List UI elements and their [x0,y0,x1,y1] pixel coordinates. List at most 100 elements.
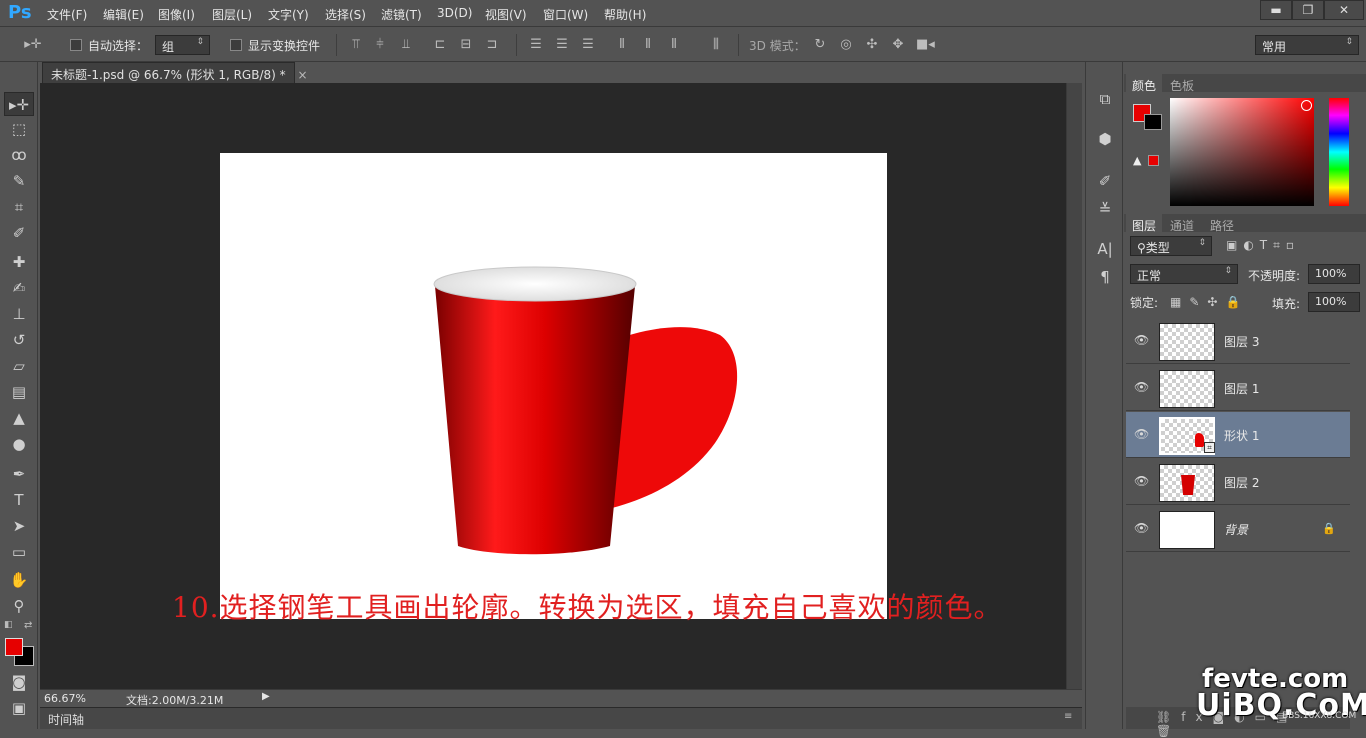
menu-layer[interactable]: 图层(L) [212,6,252,23]
align-left-icon[interactable]: ⊏ [432,36,448,54]
eraser-tool-icon[interactable]: ▱ [4,354,34,378]
menu-window[interactable]: 窗口(W) [543,6,588,23]
tab-layers[interactable]: 图层 [1126,214,1163,234]
tab-paths[interactable]: 路径 [1204,214,1240,234]
menu-image[interactable]: 图像(I) [158,6,195,23]
screen-mode-icon[interactable]: ▣ [4,696,34,720]
tab-color[interactable]: 颜色 [1126,74,1163,94]
menu-3d[interactable]: 3D(D) [437,6,472,20]
move-tool-icon[interactable]: ▸✛ [4,92,34,116]
document-canvas[interactable] [220,153,887,619]
quick-select-tool-icon[interactable]: ✎ [4,169,34,193]
quick-mask-icon[interactable]: ◙ [4,670,34,694]
history-brush-tool-icon[interactable]: ↺ [4,328,34,352]
crop-tool-icon[interactable]: ⌗ [4,195,34,219]
shape-tool-icon[interactable]: ▭ [4,540,34,564]
pen-tool-icon[interactable]: ✒ [4,462,34,486]
opacity-input[interactable]: 100% [1308,264,1360,284]
layer-filter-dropdown[interactable]: ⚲类型 ⇕ [1130,236,1212,256]
layer-filter-icons[interactable]: ▣◐T⌗▫ [1226,238,1300,253]
layer-row[interactable]: 👁 图层 1 [1126,365,1350,411]
3d-pan-icon[interactable]: ✣ [864,36,880,54]
adjust-panel-icon[interactable]: ≚ [1094,198,1116,220]
color-picker-cursor[interactable] [1301,100,1312,111]
panel-background-swatch[interactable] [1144,114,1162,130]
healing-brush-tool-icon[interactable]: ✚ [4,250,34,274]
path-select-tool-icon[interactable]: ➤ [4,514,34,538]
zoom-tool-icon[interactable]: ⚲ [4,594,34,618]
auto-select-checkbox[interactable] [70,39,82,51]
gradient-tool-icon[interactable]: ▤ [4,380,34,404]
blur-tool-icon[interactable]: ▲ [4,406,34,430]
paragraph-panel-icon[interactable]: ¶ [1094,266,1116,288]
vertical-scrollbar[interactable] [1066,83,1082,689]
3d-roll-icon[interactable]: ◎ [838,36,854,54]
foreground-color-swatch[interactable] [5,638,23,656]
swap-colors-icon[interactable]: ⇄ [24,620,32,631]
dodge-tool-icon[interactable]: ● [4,432,34,456]
history-panel-icon[interactable]: ⧉ [1094,88,1116,110]
document-tab[interactable]: 未标题-1.psd @ 66.7% (形状 1, RGB/8) * × [42,62,308,83]
eye-icon[interactable]: 👁 [1134,380,1149,394]
lasso-tool-icon[interactable]: ꝏ [4,143,34,167]
distribute-vcenter-icon[interactable]: ☰ [554,36,570,54]
marquee-tool-icon[interactable]: ⬚ [4,117,34,141]
3d-rotate-icon[interactable]: ↻ [812,36,828,54]
distribute-left-icon[interactable]: ⫴ [614,36,630,54]
align-hcenter-icon[interactable]: ⊟ [458,36,474,54]
distribute-top-icon[interactable]: ☰ [528,36,544,54]
gamut-warning-icon[interactable]: ▲ [1133,154,1141,167]
layer-row-selected[interactable]: 👁 ⌗ 形状 1 [1126,412,1350,458]
tab-channels[interactable]: 通道 [1164,214,1200,234]
distribute-right-icon[interactable]: ⫴ [666,36,682,54]
fill-input[interactable]: 100% [1308,292,1360,312]
align-right-icon[interactable]: ⊐ [484,36,500,54]
distribute-hcenter-icon[interactable]: ⫴ [640,36,656,54]
align-top-icon[interactable]: ⫪ [348,36,364,54]
restore-button[interactable]: ❐ [1292,0,1324,20]
3d-scale-icon[interactable]: ■◂ [916,36,935,54]
layer-row[interactable]: 👁 背景 🔒 [1126,506,1350,552]
timeline-tab[interactable]: 时间轴 [48,711,84,728]
tab-swatches[interactable]: 色板 [1164,74,1200,94]
auto-select-dropdown[interactable]: 组 ⇕ [155,35,210,55]
3d-panel-icon[interactable]: ⬢ [1094,128,1116,150]
align-vcenter-icon[interactable]: ⫩ [372,36,388,54]
close-window-button[interactable]: ✕ [1324,0,1364,20]
auto-align-icon[interactable]: ⫼ [708,36,724,54]
zoom-level[interactable]: 66.67% [44,692,86,705]
workspace-dropdown[interactable]: 常用 ⇕ [1255,35,1359,55]
move-tool-preset-icon[interactable]: ▸✛ [22,36,44,54]
menu-view[interactable]: 视图(V) [485,6,527,23]
lock-icons[interactable]: ▦✎✣🔒 [1170,295,1248,309]
layer-row[interactable]: 👁 图层 2 [1126,459,1350,505]
hand-tool-icon[interactable]: ✋ [4,568,34,592]
menu-help[interactable]: 帮助(H) [604,6,646,23]
distribute-bottom-icon[interactable]: ☰ [580,36,596,54]
close-tab-icon[interactable]: × [297,68,307,82]
eye-icon[interactable]: 👁 [1134,427,1149,441]
gamut-color-swatch[interactable] [1148,155,1159,166]
menu-file[interactable]: 文件(F) [47,6,87,23]
status-menu-arrow-icon[interactable]: ▶ [262,691,270,702]
minimize-button[interactable]: ▬ [1260,0,1292,20]
type-tool-icon[interactable]: T [4,488,34,512]
blend-mode-dropdown[interactable]: 正常 ⇕ [1130,264,1238,284]
menu-type[interactable]: 文字(Y) [268,6,309,23]
brush-panel-icon[interactable]: ✐ [1094,170,1116,192]
3d-slide-icon[interactable]: ✥ [890,36,906,54]
menu-filter[interactable]: 滤镜(T) [381,6,422,23]
align-bottom-icon[interactable]: ⫫ [398,36,414,54]
layer-row[interactable]: 👁 图层 3 [1126,318,1350,364]
clone-stamp-tool-icon[interactable]: ⊥ [4,302,34,326]
menu-select[interactable]: 选择(S) [325,6,366,23]
menu-edit[interactable]: 编辑(E) [103,6,144,23]
show-transform-checkbox[interactable] [230,39,242,51]
panel-menu-icon[interactable]: ≡ [1064,711,1072,722]
default-colors-icon[interactable]: ◧ [4,620,13,630]
eye-icon[interactable]: 👁 [1134,521,1149,535]
hue-slider[interactable] [1329,98,1349,206]
eyedropper-tool-icon[interactable]: ✐ [4,221,34,245]
character-panel-icon[interactable]: A| [1094,238,1116,260]
eye-icon[interactable]: 👁 [1134,333,1149,347]
